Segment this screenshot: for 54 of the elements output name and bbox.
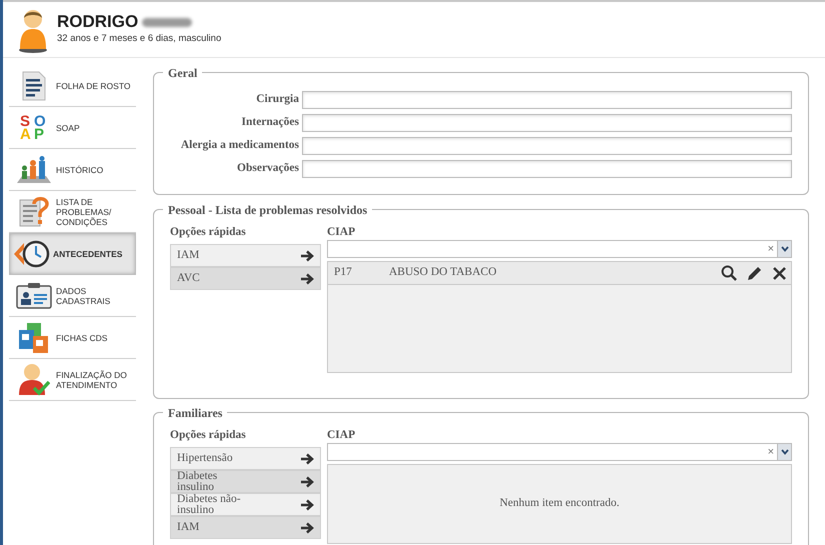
question-list-icon <box>19 196 49 228</box>
id-card-icon <box>16 282 52 310</box>
quick-option-button[interactable]: AVC <box>170 267 321 290</box>
field-label: Observações <box>236 161 299 176</box>
quick-option-button[interactable]: Diabetes insulino <box>170 470 321 493</box>
quick-option-button[interactable]: Hipertensão <box>170 447 321 470</box>
column-heading: Opções rápidas <box>170 225 247 240</box>
pencil-icon[interactable] <box>747 266 762 280</box>
empty-message: Nenhum item encontrado. <box>500 496 620 512</box>
arrow-right-icon <box>300 272 314 284</box>
arrow-right-icon <box>300 452 314 464</box>
document-icon <box>22 70 46 100</box>
quick-option-button[interactable]: IAM <box>170 516 321 539</box>
clock-icon <box>12 239 50 269</box>
field-label: Internações <box>240 115 299 130</box>
chevron-down-icon <box>780 449 788 455</box>
patient-name: RODRIGO <box>57 12 138 32</box>
column-heading: Opções rápidas <box>170 428 247 443</box>
code-cell-text: P17 <box>334 265 353 280</box>
input-field[interactable] <box>302 137 792 155</box>
arrow-right-icon <box>300 476 314 488</box>
sidebar-item[interactable]: S O A P SOAP <box>9 107 136 149</box>
sidebar-item[interactable]: HISTÓRICO <box>9 149 136 191</box>
input-field[interactable] <box>302 91 792 109</box>
ciap-select[interactable]: × <box>327 443 792 461</box>
sidebar-item[interactable]: FINALIZAÇÃO DO ATENDIMENTO <box>9 359 136 401</box>
sidebar-item[interactable]: FOLHA DE ROSTO <box>9 65 136 107</box>
soap-icon: S O A P <box>20 114 48 140</box>
sidebar-item[interactable]: FICHAS CDS <box>9 317 136 359</box>
redacted-mark <box>142 18 192 27</box>
quick-option-button[interactable]: Diabetes não-insulino <box>170 493 321 516</box>
people-chart-icon <box>17 156 51 184</box>
sidebar-item[interactable]: DADOS CADASTRAIS <box>9 275 136 317</box>
user-check-icon <box>18 362 50 396</box>
forms-icon <box>18 322 50 354</box>
patient-details: 32 anos e 7 meses e 6 dias, masculino <box>57 32 222 46</box>
quick-option-button[interactable]: IAM <box>170 244 321 267</box>
sidebar-item[interactable]: ANTECEDENTES <box>9 233 136 275</box>
clear-button[interactable]: × <box>764 240 777 258</box>
clear-button[interactable]: × <box>764 444 777 460</box>
arrow-right-icon <box>300 250 314 262</box>
input-field[interactable] <box>302 114 792 132</box>
search-icon[interactable] <box>721 265 737 281</box>
arrow-right-icon <box>300 522 314 534</box>
field-label: Cirurgia <box>255 92 299 108</box>
close-icon[interactable] <box>772 266 787 280</box>
description-cell-text: ABUSO DO TABACO <box>389 265 498 280</box>
ciap-select[interactable]: × <box>327 240 792 258</box>
field-label: Alergia a medicamentos <box>180 138 299 154</box>
arrow-right-icon <box>300 498 314 510</box>
column-heading: CIAP <box>327 428 356 443</box>
column-heading: CIAP <box>327 225 356 240</box>
input-field[interactable] <box>302 160 792 178</box>
chevron-down-icon <box>780 246 788 252</box>
